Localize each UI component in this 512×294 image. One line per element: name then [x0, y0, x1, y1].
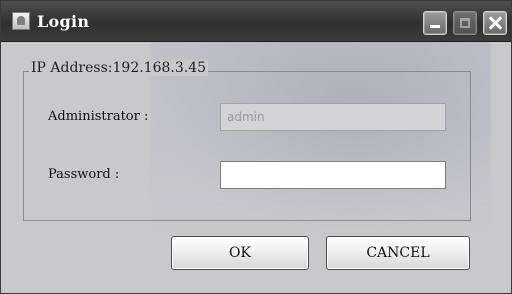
- password-field[interactable]: [220, 161, 446, 189]
- ok-button[interactable]: OK: [171, 236, 309, 270]
- cancel-button[interactable]: CANCEL: [326, 236, 470, 270]
- minimize-icon[interactable]: [423, 11, 447, 35]
- login-dialog: Login IP Address:192.168.3.45 Administra…: [0, 0, 512, 294]
- administrator-label: Administrator :: [48, 109, 149, 124]
- app-icon: [12, 12, 30, 30]
- ip-address-group: [23, 71, 471, 221]
- title-bar[interactable]: Login: [1, 1, 511, 42]
- window-title: Login: [37, 12, 90, 31]
- maximize-icon: [453, 11, 477, 35]
- close-icon[interactable]: [483, 11, 507, 35]
- password-label: Password :: [48, 167, 120, 182]
- ip-address-legend: IP Address:192.168.3.45: [29, 60, 209, 76]
- administrator-field[interactable]: [220, 103, 446, 131]
